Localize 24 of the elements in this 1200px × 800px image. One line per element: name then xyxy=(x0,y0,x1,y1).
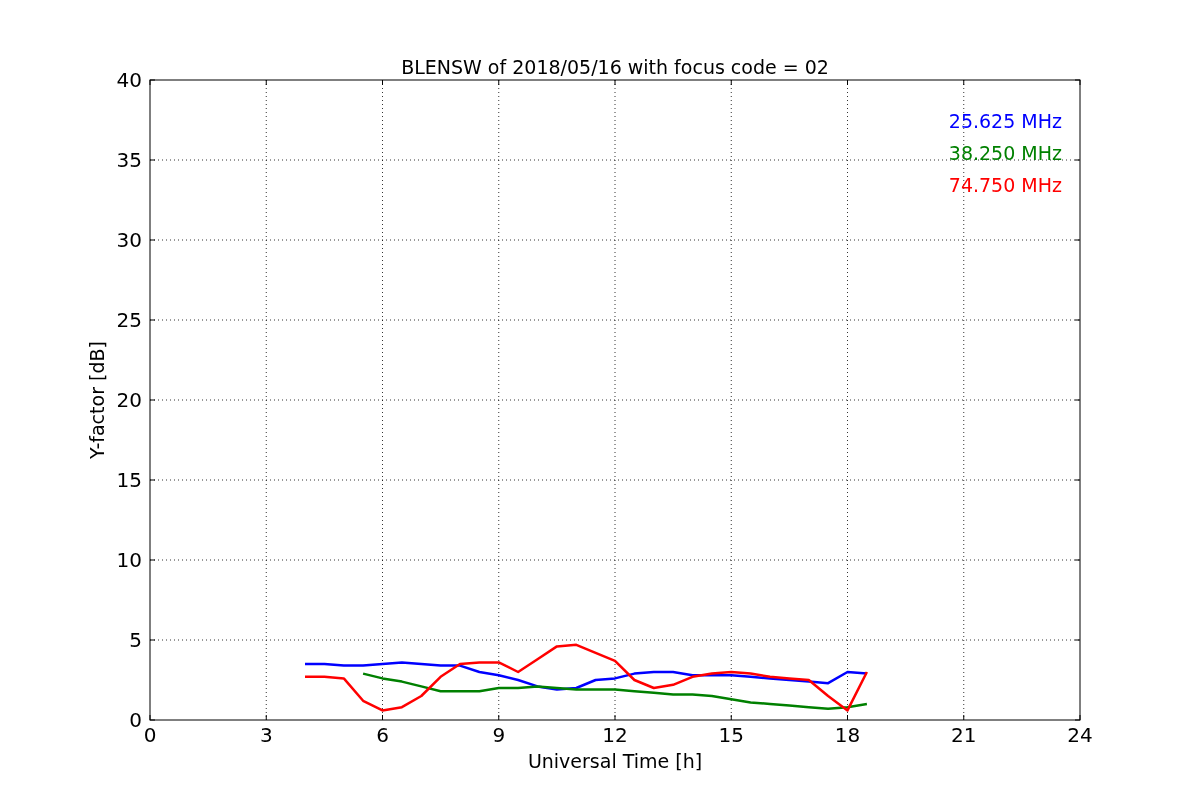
tick-label: 30 xyxy=(116,228,142,252)
tick-label: 6 xyxy=(376,723,389,747)
legend-label: 74.750 MHz xyxy=(948,174,1062,196)
x-axis-label: Universal Time [h] xyxy=(527,750,703,772)
tick-label: 12 xyxy=(602,723,628,747)
tick-label: 40 xyxy=(116,68,142,92)
tick-label: 0 xyxy=(143,723,157,747)
chart-title: BLENSW of 2018/05/16 with focus code = 02 xyxy=(401,56,829,78)
y-axis-label: Y-factor [dB] xyxy=(86,341,108,459)
tick-label: 24 xyxy=(1067,723,1093,747)
tick-label: 25 xyxy=(116,308,142,332)
tick-label: 9 xyxy=(492,723,506,747)
tick-label: 3 xyxy=(259,723,273,747)
legend-label: 25.625 MHz xyxy=(948,110,1062,132)
tick-label: 10 xyxy=(116,548,142,572)
tick-label: 0 xyxy=(129,708,142,732)
tick-label: 5 xyxy=(129,628,142,652)
tick-label: 15 xyxy=(718,723,744,747)
tick-label: 15 xyxy=(116,468,142,492)
tick-label: 35 xyxy=(116,148,142,172)
tick-label: 20 xyxy=(116,388,142,412)
tick-label: 18 xyxy=(834,723,861,747)
tick-label: 21 xyxy=(951,723,977,747)
legend-label: 38.250 MHz xyxy=(948,142,1062,164)
